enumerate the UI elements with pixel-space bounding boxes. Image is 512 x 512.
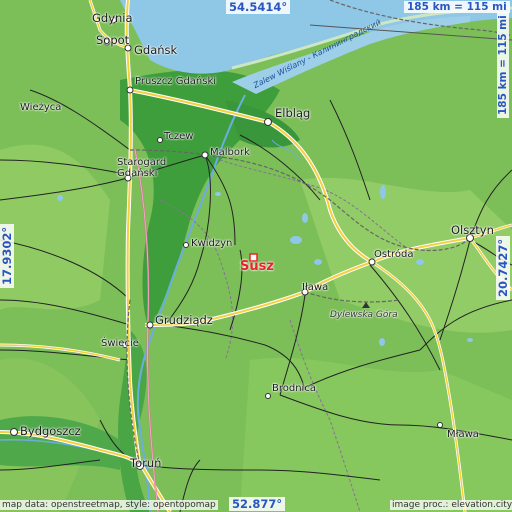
city-label-sopot: Sopot: [96, 33, 130, 47]
city-label-gdynia: Gdynia: [92, 11, 133, 25]
city-label-kwidzyn: Kwidzyn: [191, 238, 233, 249]
city-label-wiezyca: Wieżyca: [20, 102, 62, 113]
coord-right: 20.7427°: [496, 235, 510, 300]
city-label-bydgoszcz: Bydgoszcz: [20, 424, 81, 438]
hill-label-dylewska-gora: Dylewska Góra: [330, 310, 398, 320]
credit-left: map data: openstreetmap, style: opentopo…: [0, 500, 218, 510]
city-label-elblag: Elbląg: [275, 106, 311, 120]
city-label-ilawa: Iława: [302, 282, 329, 293]
city-label-mlawa: Mława: [447, 429, 479, 440]
city-label-grudziadz: Grudziądz: [155, 313, 213, 327]
coord-left: 17.9302°: [0, 223, 14, 288]
city-label-tczew: Tczew: [164, 131, 194, 142]
city-label-olsztyn: Olsztyn: [451, 223, 494, 237]
city-label-malbork: Malbork: [210, 147, 250, 158]
scale-vertical: 185 km = 115 mi: [497, 12, 509, 118]
city-label-brodnica: Brodnica: [272, 383, 316, 394]
city-label-ostroda: Ostróda: [374, 249, 414, 260]
city-label-swiecie: Świecie: [101, 338, 139, 349]
city-label-pruszcz: Pruszcz Gdański: [135, 76, 217, 87]
target-town-label: Susz: [240, 259, 274, 274]
coord-bottom: 52.877°: [229, 497, 286, 511]
city-label-gdansk: Gdańsk: [134, 43, 178, 57]
credit-right: image proc.: elevation.city: [390, 500, 512, 510]
city-label-starogard: Starogard Gdański: [117, 157, 167, 179]
coord-top: 54.5414°: [226, 0, 291, 14]
scale-horizontal: 185 km = 115 mi: [404, 1, 510, 13]
city-label-torun: Toruń: [130, 456, 162, 470]
map-view[interactable]: Gdynia Sopot Gdańsk Pruszcz Gdański Elbl…: [0, 0, 512, 512]
